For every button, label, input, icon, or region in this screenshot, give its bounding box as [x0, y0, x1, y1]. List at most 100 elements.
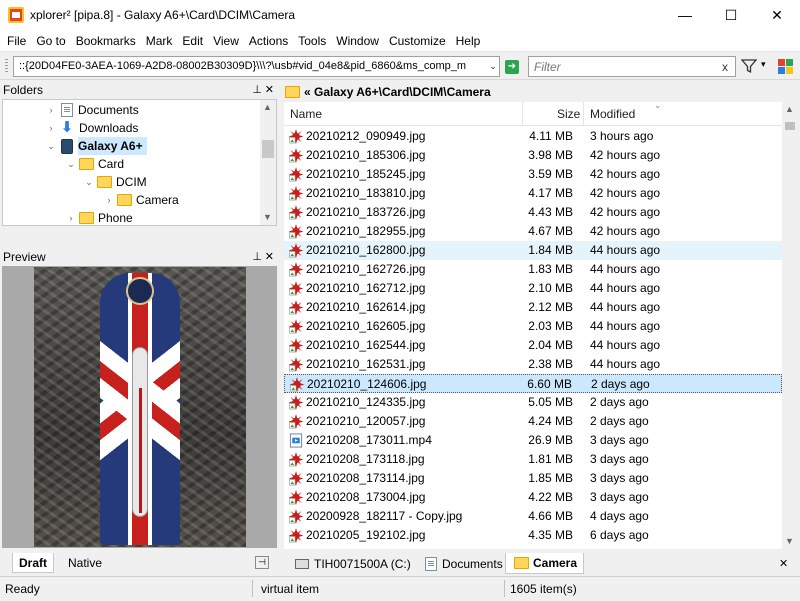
tab-drive-c[interactable]: TIH0071500A (C:): [289, 553, 417, 574]
table-row[interactable]: 20210210_120057.jpg 4.24 MB 2 days ago: [284, 412, 782, 431]
right-tab-bar: TIH0071500A (C:) Documents Camera ✕: [283, 551, 800, 575]
table-row[interactable]: 20210210_162800.jpg 1.84 MB 44 hours ago: [284, 241, 782, 260]
breadcrumb: « Galaxy A6+\Card\DCIM\Camera: [283, 81, 798, 102]
table-row[interactable]: 20210208_173114.jpg 1.85 MB 3 days ago: [284, 469, 782, 488]
file-name: 20210205_192102.jpg: [306, 528, 426, 542]
expand-icon[interactable]: ›: [65, 209, 77, 225]
table-row[interactable]: 20210210_185245.jpg 3.59 MB 42 hours ago: [284, 165, 782, 184]
file-size: 1.84 MB: [528, 243, 573, 257]
close-icon[interactable]: ✕: [265, 248, 274, 266]
column-size[interactable]: Size: [557, 102, 580, 126]
menu-customize[interactable]: Customize: [384, 30, 451, 52]
address-input[interactable]: ::{20D04FE0-3AEA-1069-A2D8-08002B30309D}…: [13, 56, 500, 77]
menu-edit[interactable]: Edit: [177, 30, 208, 52]
table-row[interactable]: 20210210_162712.jpg 2.10 MB 44 hours ago: [284, 279, 782, 298]
phone-icon: [61, 138, 73, 154]
toolbar-grip[interactable]: [5, 59, 8, 74]
dock-toggle-icon[interactable]: ⊣: [255, 556, 269, 569]
expand-icon[interactable]: ›: [103, 191, 115, 209]
tab-documents[interactable]: Documents: [415, 553, 509, 574]
pane-splitter[interactable]: [279, 81, 283, 551]
scroll-thumb[interactable]: [262, 140, 274, 158]
table-row[interactable]: 20210210_182955.jpg 4.67 MB 42 hours ago: [284, 222, 782, 241]
tree-item-downloads[interactable]: › ⬇ Downloads: [45, 119, 139, 137]
scroll-up-icon[interactable]: ▲: [263, 102, 272, 112]
tree-item-dcim[interactable]: ⌄ DCIM: [83, 173, 146, 191]
menu-view[interactable]: View: [208, 30, 244, 52]
table-row[interactable]: 20210210_162544.jpg 2.04 MB 44 hours ago: [284, 336, 782, 355]
folder-icon: [79, 212, 94, 224]
go-button[interactable]: ➜: [505, 60, 519, 74]
table-row[interactable]: 20210210_124606.jpg 6.60 MB 2 days ago: [284, 374, 782, 393]
table-row[interactable]: 20210205_192102.jpg 4.35 MB 6 days ago: [284, 526, 782, 545]
menu-bookmarks[interactable]: Bookmarks: [71, 30, 141, 52]
tab-draft[interactable]: Draft: [12, 553, 55, 573]
window-title: xplorer² [pipa.8] - Galaxy A6+\Card\DCIM…: [30, 8, 296, 22]
menu-help[interactable]: Help: [451, 30, 486, 52]
file-size: 2.38 MB: [528, 357, 573, 371]
scroll-down-icon[interactable]: ▼: [263, 212, 272, 222]
file-modified: 3 days ago: [590, 471, 649, 485]
table-row[interactable]: 20210212_090949.jpg 4.11 MB 3 hours ago: [284, 127, 782, 146]
tree-item-galaxy[interactable]: ⌄ Galaxy A6+: [45, 137, 147, 155]
filter-dropdown-icon[interactable]: ▾: [761, 59, 766, 70]
column-modified[interactable]: Modified: [590, 102, 635, 126]
collapse-icon[interactable]: ⌄: [83, 173, 95, 191]
table-row[interactable]: 20210210_162605.jpg 2.03 MB 44 hours ago: [284, 317, 782, 336]
file-name: 20210210_162726.jpg: [306, 262, 426, 276]
expand-icon[interactable]: ›: [45, 101, 57, 119]
tree-item-camera[interactable]: › Camera: [103, 191, 179, 209]
tree-item-phone[interactable]: › Phone: [65, 209, 133, 225]
collapse-icon[interactable]: ⌄: [45, 137, 57, 155]
column-name[interactable]: Name: [290, 102, 322, 126]
table-row[interactable]: 20200928_182117 - Copy.jpg 4.66 MB 4 days …: [284, 507, 782, 526]
expand-icon[interactable]: ›: [45, 119, 57, 137]
table-row[interactable]: 20210210_162531.jpg 2.38 MB 44 hours ago: [284, 355, 782, 374]
file-name: 20210210_183726.jpg: [306, 205, 426, 219]
menu-mark[interactable]: Mark: [141, 30, 178, 52]
file-size: 4.24 MB: [528, 414, 573, 428]
scroll-up-icon[interactable]: ▲: [785, 104, 794, 114]
file-list-scrollbar[interactable]: ▲ ▼: [782, 102, 798, 549]
close-icon[interactable]: ✕: [265, 81, 274, 99]
pin-icon[interactable]: ⊥: [252, 248, 262, 266]
table-row[interactable]: 20210210_185306.jpg 3.98 MB 42 hours ago: [284, 146, 782, 165]
menu-actions[interactable]: Actions: [244, 30, 293, 52]
address-toolbar: ::{20D04FE0-3AEA-1069-A2D8-08002B30309D}…: [0, 53, 800, 80]
minimize-button[interactable]: —: [662, 0, 708, 30]
menu-goto[interactable]: Go to: [31, 30, 70, 52]
file-size: 4.35 MB: [528, 528, 573, 542]
tab-native[interactable]: Native: [62, 553, 108, 573]
menu-tools[interactable]: Tools: [293, 30, 331, 52]
scroll-thumb[interactable]: [785, 122, 795, 130]
table-row[interactable]: 20210210_124335.jpg 5.05 MB 2 days ago: [284, 393, 782, 412]
table-row[interactable]: 20210208_173118.jpg 1.81 MB 3 days ago: [284, 450, 782, 469]
folder-tree-scrollbar[interactable]: ▲ ▼: [260, 100, 276, 225]
table-row[interactable]: 20210208_173004.jpg 4.22 MB 3 days ago: [284, 488, 782, 507]
breadcrumb-path[interactable]: « Galaxy A6+\Card\DCIM\Camera: [304, 85, 491, 99]
pin-icon[interactable]: ⊥: [252, 81, 262, 99]
app-icon[interactable]: [8, 7, 24, 23]
filter-funnel-icon[interactable]: [741, 58, 757, 74]
table-row[interactable]: 20210208_173011.mp4 26.9 MB 3 days ago: [284, 431, 782, 450]
filter-input[interactable]: Filter: [528, 56, 736, 77]
close-button[interactable]: ✕: [754, 0, 800, 30]
collapse-icon[interactable]: ⌄: [65, 155, 77, 173]
menu-file[interactable]: File: [2, 30, 31, 52]
table-row[interactable]: 20210210_162726.jpg 1.83 MB 44 hours ago: [284, 260, 782, 279]
close-tab-icon[interactable]: ✕: [779, 557, 788, 570]
scroll-down-icon[interactable]: ▼: [785, 536, 794, 546]
sort-descending-icon: ⌄: [654, 102, 662, 110]
menu-window[interactable]: Window: [331, 30, 384, 52]
maximize-button[interactable]: ☐: [708, 0, 754, 30]
tab-camera[interactable]: Camera: [505, 553, 585, 574]
filter-clear-icon[interactable]: x: [722, 60, 728, 74]
table-row[interactable]: 20210210_162614.jpg 2.12 MB 44 hours ago: [284, 298, 782, 317]
tree-item-documents[interactable]: › Documents: [45, 101, 139, 119]
image-file-icon: [288, 224, 304, 239]
address-dropdown-icon[interactable]: ⌄: [486, 56, 500, 77]
table-row[interactable]: 20210210_183726.jpg 4.43 MB 42 hours ago: [284, 203, 782, 222]
layout-grid-icon[interactable]: [778, 59, 793, 74]
tree-item-card[interactable]: ⌄ Card: [65, 155, 124, 173]
table-row[interactable]: 20210210_183810.jpg 4.17 MB 42 hours ago: [284, 184, 782, 203]
